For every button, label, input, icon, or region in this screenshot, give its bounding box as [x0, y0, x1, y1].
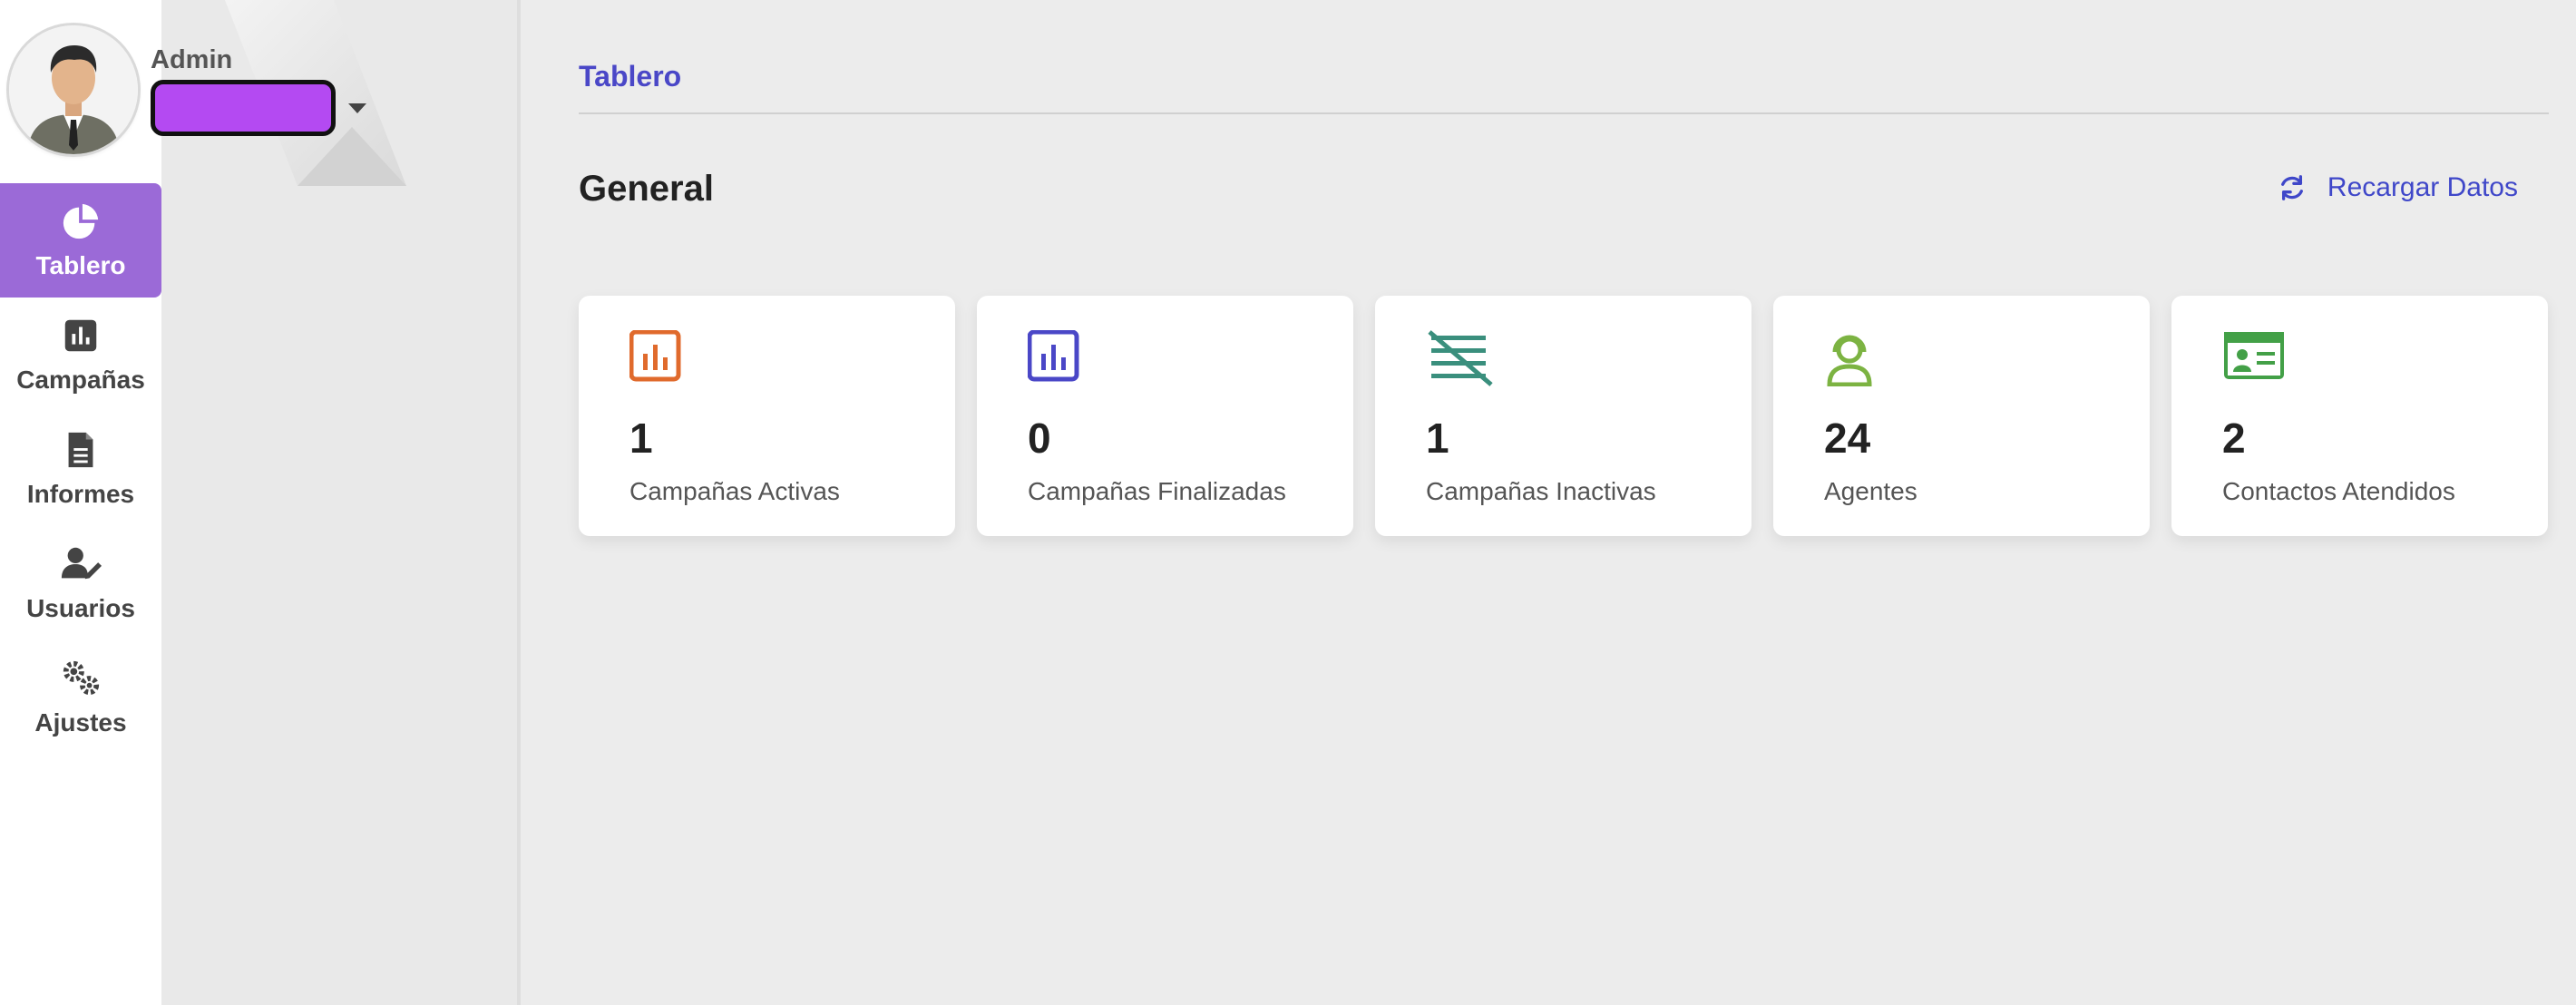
app-root: Tablero Campañas Informes Usuarios Ajust… [0, 0, 2576, 1005]
user-menu-chevron-down-icon[interactable] [348, 103, 366, 113]
user-panel [161, 0, 521, 1005]
bar-chart-icon [1028, 330, 1079, 382]
document-icon [68, 432, 93, 468]
avatar-person-icon [9, 25, 138, 154]
id-card-icon [2224, 332, 2284, 379]
stat-value: 0 [1028, 415, 1051, 462]
nav-rail: Tablero Campañas Informes Usuarios Ajust… [0, 0, 161, 1005]
stats-cards: 1 Campañas Activas 0 Campañas Finalizada… [579, 296, 2549, 536]
nav-item-label: Campañas [16, 366, 145, 394]
nav-item-label: Ajustes [34, 708, 127, 737]
refresh-icon [2280, 175, 2303, 200]
page-title: General [579, 169, 714, 209]
nav-item-label: Tablero [35, 251, 126, 279]
avatar[interactable] [9, 25, 138, 154]
main-nav: Tablero Campañas Informes Usuarios Ajust… [0, 183, 161, 755]
pie-chart-icon [63, 203, 99, 239]
stat-value: 2 [2222, 415, 2246, 462]
nav-item-label: Usuarios [26, 594, 135, 622]
stat-card-agents[interactable]: 24 Agentes [1773, 296, 2150, 536]
stat-card-contacts-attended[interactable]: 2 Contactos Atendidos [2171, 296, 2548, 536]
stat-label: Campañas Finalizadas [1028, 477, 1286, 505]
list-off-icon [1428, 330, 1493, 386]
stat-card-active-campaigns[interactable]: 1 Campañas Activas [579, 296, 955, 536]
nav-item-informes[interactable]: Informes [0, 412, 161, 526]
reload-data-label: Recargar Datos [2327, 172, 2518, 202]
headset-agent-icon [1827, 335, 1872, 386]
nav-item-ajustes[interactable]: Ajustes [0, 640, 161, 755]
user-edit-icon [61, 547, 102, 580]
divider [579, 112, 2549, 114]
nav-item-tablero[interactable]: Tablero [0, 183, 161, 298]
stat-label: Campañas Inactivas [1426, 477, 1656, 505]
breadcrumb[interactable]: Tablero [579, 60, 681, 93]
nav-item-label: Informes [26, 480, 135, 508]
user-role: Admin [151, 45, 233, 74]
username-redacted[interactable] [151, 80, 336, 136]
gears-icon [63, 660, 100, 696]
stat-label: Campañas Activas [629, 477, 840, 505]
stat-label: Agentes [1824, 477, 1917, 505]
main-content: Tablero General Recargar Datos 1 Campaña… [579, 0, 2549, 1005]
nav-item-campanas[interactable]: Campañas [0, 298, 161, 412]
bar-chart-icon [629, 330, 681, 382]
stat-value: 1 [1426, 415, 1449, 462]
reload-data-button[interactable]: Recargar Datos [2278, 172, 2518, 203]
bar-chart-icon [64, 319, 97, 352]
stat-card-finished-campaigns[interactable]: 0 Campañas Finalizadas [977, 296, 1353, 536]
nav-item-usuarios[interactable]: Usuarios [0, 526, 161, 640]
stat-card-inactive-campaigns[interactable]: 1 Campañas Inactivas [1375, 296, 1751, 536]
stat-value: 1 [629, 415, 653, 462]
stat-label: Contactos Atendidos [2222, 477, 2455, 505]
stat-value: 24 [1824, 415, 1871, 462]
